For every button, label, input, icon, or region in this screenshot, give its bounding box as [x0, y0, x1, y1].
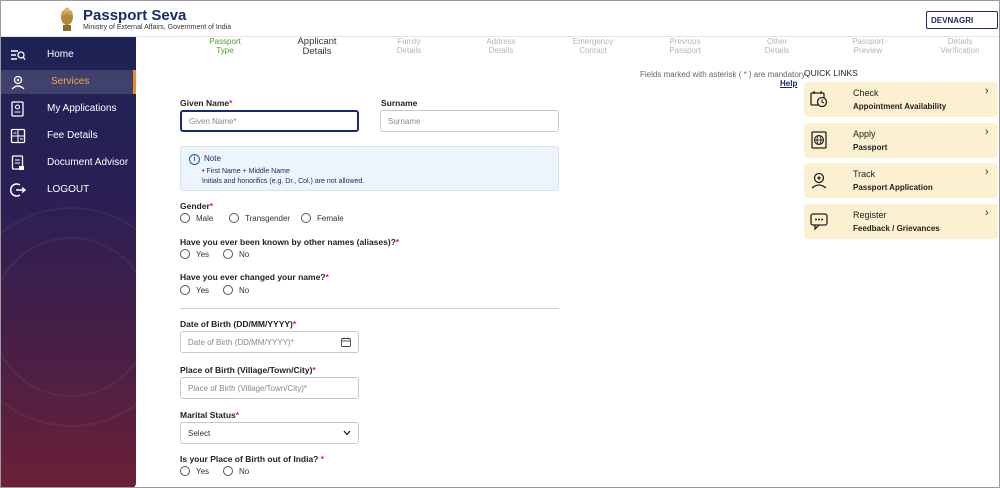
- marital-status-select[interactable]: Select: [180, 422, 359, 444]
- sidebar-item-home[interactable]: Home: [1, 43, 136, 67]
- chevron-right-icon: ›: [985, 126, 989, 138]
- radio-circle: [180, 213, 190, 223]
- gender-male-radio[interactable]: Male: [180, 213, 213, 223]
- quick-link-title: Track: [853, 169, 876, 179]
- quick-link-register-feedback[interactable]: Register Feedback / Grievances ›: [804, 204, 998, 239]
- quick-link-subtitle: Passport: [853, 143, 888, 152]
- sidebar-item-label: Document Advisor: [47, 157, 129, 168]
- sidebar: Home Services My Applications Fee Detail…: [1, 37, 136, 487]
- language-select[interactable]: DEVNAGRI: [926, 11, 998, 29]
- step-emergency-contact[interactable]: Emergency Contact: [553, 37, 633, 55]
- surname-input[interactable]: Surname: [380, 110, 559, 132]
- quick-link-title: Check: [853, 88, 879, 98]
- changed-name-no-radio[interactable]: No: [223, 285, 249, 295]
- sidebar-item-label: My Applications: [47, 103, 117, 114]
- dob-input[interactable]: Date of Birth (DD/MM/YYYY)*: [180, 331, 359, 353]
- radio-circle: [180, 466, 190, 476]
- aliases-no-radio[interactable]: No: [223, 249, 249, 259]
- sidebar-item-label: Services: [51, 76, 90, 87]
- step-applicant-details[interactable]: Applicant Details: [277, 37, 357, 57]
- pob-outside-yes-radio[interactable]: Yes: [180, 466, 209, 476]
- radio-circle: [229, 213, 239, 223]
- note-box: i Note • First Name + Middle Name Initia…: [180, 146, 559, 191]
- radio-circle: [180, 285, 190, 295]
- step-details-verification[interactable]: Details Verification: [920, 37, 999, 55]
- step-other-details[interactable]: Other Details: [737, 37, 817, 55]
- brand-title: Passport Seva: [83, 7, 187, 24]
- dob-label: Date of Birth (DD/MM/YYYY)*: [180, 319, 297, 329]
- step-passport-preview[interactable]: Passport Preview: [828, 37, 908, 55]
- radio-circle: [223, 249, 233, 259]
- quick-link-subtitle: Passport Application: [853, 183, 933, 192]
- step-family-details[interactable]: Family Details: [369, 37, 449, 55]
- calculator-icon: [10, 128, 26, 144]
- chevron-right-icon: ›: [985, 85, 989, 97]
- marital-status-label: Marital Status*: [180, 410, 240, 420]
- info-icon: i: [189, 154, 200, 165]
- changed-name-yes-radio[interactable]: Yes: [180, 285, 209, 295]
- note-text: Initials and honorifics (e.g. Dr., Col.)…: [202, 178, 365, 185]
- app-window: Passport Seva Ministry of External Affai…: [0, 0, 1000, 488]
- sidebar-item-fee-details[interactable]: Fee Details: [1, 124, 136, 148]
- note-bullet: • First Name + Middle Name: [202, 168, 290, 175]
- quick-link-check-appointment[interactable]: Check Appointment Availability ›: [804, 82, 998, 117]
- radio-circle: [223, 466, 233, 476]
- chevron-right-icon: ›: [985, 207, 989, 219]
- given-name-label: Given Name*: [180, 98, 233, 108]
- pob-label: Place of Birth (Village/Town/City)*: [180, 365, 316, 375]
- mandatory-note: Fields marked with asterisk ( * ) are ma…: [640, 70, 806, 79]
- help-link[interactable]: Help: [780, 79, 797, 88]
- gender-female-radio[interactable]: Female: [301, 213, 344, 223]
- track-icon: [811, 172, 827, 189]
- radio-circle: [223, 285, 233, 295]
- top-header: Passport Seva Ministry of External Affai…: [1, 1, 999, 37]
- gender-transgender-radio[interactable]: Transgender: [229, 213, 290, 223]
- step-address-details[interactable]: Address Details: [461, 37, 541, 55]
- sidebar-decoration-inner: [1, 237, 136, 397]
- step-passport-type[interactable]: Passport Type: [185, 37, 265, 55]
- services-icon: [11, 75, 25, 90]
- quick-link-apply-passport[interactable]: Apply Passport ›: [804, 123, 998, 158]
- quick-link-title: Apply: [853, 129, 876, 139]
- sidebar-item-my-applications[interactable]: My Applications: [1, 97, 136, 121]
- aliases-yes-radio[interactable]: Yes: [180, 249, 209, 259]
- sidebar-item-document-advisor[interactable]: Document Advisor: [1, 151, 136, 175]
- quick-link-title: Register: [853, 210, 887, 220]
- applications-icon: [11, 101, 24, 117]
- chevron-down-icon: [343, 430, 351, 436]
- document-icon: [11, 155, 24, 170]
- logout-icon: [10, 183, 26, 197]
- pob-outside-label: Is your Place of Birth out of India? *: [180, 454, 325, 464]
- national-emblem-icon: [61, 7, 73, 31]
- aliases-label: Have you ever been known by other names …: [180, 237, 400, 247]
- home-search-icon: [11, 50, 26, 60]
- calendar-clock-icon: [810, 91, 828, 108]
- radio-circle: [180, 249, 190, 259]
- changed-name-label: Have you ever changed your name?*: [180, 272, 329, 282]
- sidebar-item-logout[interactable]: LOGOUT: [1, 178, 136, 202]
- feedback-icon: [810, 213, 828, 230]
- calendar-icon[interactable]: [341, 337, 351, 347]
- sidebar-item-services[interactable]: Services: [1, 70, 136, 94]
- given-name-input[interactable]: Given Name*: [180, 110, 359, 132]
- passport-globe-icon: [811, 131, 827, 149]
- gender-label: Gender*: [180, 201, 214, 211]
- sidebar-item-label: Fee Details: [47, 130, 98, 141]
- radio-circle: [301, 213, 311, 223]
- note-title: Note: [204, 154, 221, 163]
- surname-label: Surname: [381, 98, 418, 108]
- chevron-right-icon: ›: [985, 166, 989, 178]
- pob-input[interactable]: Place of Birth (Village/Town/City)*: [180, 377, 359, 399]
- step-previous-passport[interactable]: Previous Passport: [645, 37, 725, 55]
- sidebar-item-label: LOGOUT: [47, 184, 90, 195]
- quick-link-subtitle: Feedback / Grievances: [853, 224, 940, 233]
- brand-subtitle: Ministry of External Affairs, Government…: [83, 24, 232, 31]
- sidebar-item-label: Home: [47, 49, 74, 60]
- pob-outside-no-radio[interactable]: No: [223, 466, 249, 476]
- quick-links-title: QUICK LINKS: [804, 68, 858, 78]
- quick-link-subtitle: Appointment Availability: [853, 102, 947, 111]
- quick-link-track-application[interactable]: Track Passport Application ›: [804, 163, 998, 198]
- section-divider: [180, 308, 559, 309]
